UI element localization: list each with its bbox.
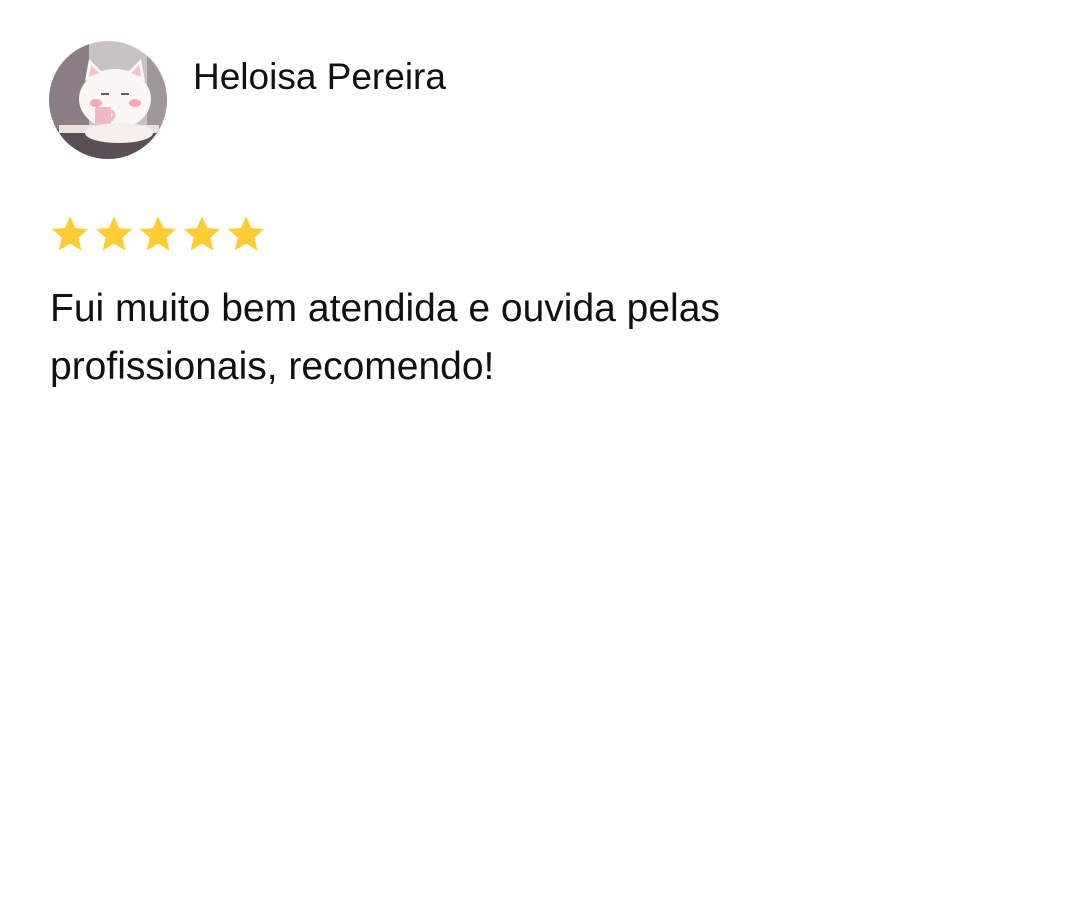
star-icon bbox=[51, 216, 89, 251]
avatar[interactable] bbox=[49, 41, 167, 159]
star-rating bbox=[49, 213, 267, 255]
cat-avatar-icon bbox=[49, 41, 167, 159]
review-text: Fui muito bem atendida e ouvida pelas pr… bbox=[50, 287, 720, 388]
star-icon bbox=[139, 216, 177, 251]
reviewer-name: Heloisa Pereira bbox=[193, 56, 446, 97]
star-icon bbox=[183, 216, 221, 251]
review-card: Heloisa Pereira Fui muito bem atendida e… bbox=[0, 0, 1080, 900]
star-icon bbox=[95, 216, 133, 251]
star-icon bbox=[227, 216, 265, 251]
